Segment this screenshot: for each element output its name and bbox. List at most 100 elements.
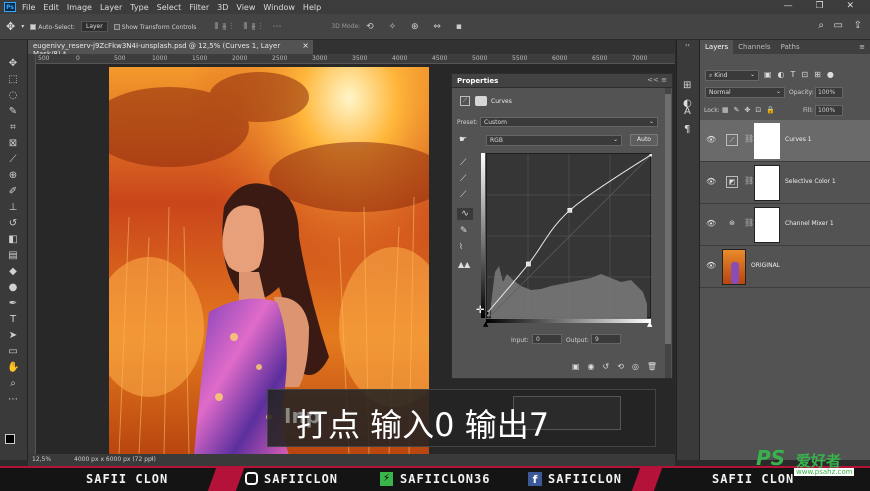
panel-footer-icons[interactable]: ▣◉↺⟲◎🗑	[572, 362, 665, 371]
visibility-eye-icon[interactable]: 👁	[706, 135, 716, 144]
history-brush-tool-icon[interactable]: ↺	[7, 218, 19, 230]
menu-edit[interactable]: Edit	[43, 3, 59, 12]
crop-tool-icon[interactable]: ⌗	[7, 122, 19, 134]
photo-thumbnail[interactable]	[722, 249, 746, 285]
lasso-tool-icon[interactable]: ◌	[7, 90, 19, 102]
curve-control-point[interactable]	[484, 310, 490, 316]
share-icon[interactable]: ⇪	[854, 20, 862, 31]
more-tools-icon[interactable]: ⋯	[7, 394, 19, 406]
properties-panel-icon[interactable]: ⊞	[683, 80, 691, 91]
input-field[interactable]: 0	[532, 334, 562, 344]
smooth-icon[interactable]: ⌇	[459, 242, 463, 251]
target-adjustment-icon[interactable]: ☛	[459, 135, 467, 145]
link-icon[interactable]: ⛓	[744, 218, 754, 227]
3d-mode-icons[interactable]: ⟲ ✧ ⊕ ⇔ ▪	[366, 22, 468, 32]
rectangle-tool-icon[interactable]: ▭	[7, 346, 19, 358]
auto-select-target-dropdown[interactable]: Layer	[80, 21, 108, 32]
close-icon[interactable]: ×	[302, 41, 309, 50]
layer-mask-icon[interactable]	[475, 96, 487, 106]
scroll-thumb[interactable]	[665, 94, 671, 344]
curve-control-point[interactable]	[567, 207, 573, 213]
photoshop-logo-icon[interactable]: Ps	[4, 2, 16, 12]
frame-tool-icon[interactable]: ⊠	[7, 138, 19, 150]
menu-3d[interactable]: 3D	[217, 3, 228, 12]
pencil-icon[interactable]: ✎	[460, 226, 468, 236]
zoom-tool-icon[interactable]: ⌕	[7, 378, 19, 390]
collapse-icon[interactable]: ‹‹	[685, 42, 690, 49]
show-transform-checkbox[interactable]: Show Transform Controls	[113, 23, 196, 31]
visibility-eye-icon[interactable]: 👁	[706, 177, 716, 186]
menu-help[interactable]: Help	[303, 3, 321, 12]
panel-menu-icon[interactable]: ≡	[854, 40, 870, 54]
zoom-level[interactable]: 12,5%	[32, 456, 51, 463]
menu-layer[interactable]: Layer	[100, 3, 122, 12]
kind-filter-dropdown[interactable]: ⌕ Kind ⌄	[705, 70, 759, 81]
eyedropper-gray-icon[interactable]: ⟋	[460, 174, 466, 184]
quick-select-tool-icon[interactable]: ✎	[7, 106, 19, 118]
filter-icons[interactable]: ▣◐T⊡⊞●	[764, 70, 840, 79]
black-point-slider-icon[interactable]: ▲	[483, 320, 488, 328]
tool-preset-dropdown-icon[interactable]: ▾	[21, 23, 24, 30]
move-tool-icon[interactable]: ✥	[6, 20, 15, 33]
layer-name[interactable]: Channel Mixer 1	[785, 220, 834, 227]
marquee-tool-icon[interactable]: ⬚	[7, 74, 19, 86]
menu-view[interactable]: View	[236, 3, 255, 12]
layer-row-curves[interactable]: 👁 ⟋ ⛓ Curves 1	[700, 120, 870, 162]
layer-name[interactable]: Selective Color 1	[785, 178, 836, 185]
hand-tool-icon[interactable]: ✋	[7, 362, 19, 374]
brush-tool-icon[interactable]: ✐	[7, 186, 19, 198]
menu-window[interactable]: Window	[263, 3, 295, 12]
curve-control-point[interactable]	[526, 261, 531, 267]
character-panel-icon[interactable]: A	[684, 106, 691, 117]
visibility-eye-icon[interactable]: 👁	[706, 219, 716, 228]
clone-stamp-tool-icon[interactable]: ⊥	[7, 202, 19, 214]
tab-paths[interactable]: Paths	[776, 40, 805, 54]
auto-select-checkbox[interactable]: Auto-Select:	[30, 23, 75, 31]
lock-icons[interactable]: ▦✎✥⊡🔒	[722, 106, 780, 114]
eyedropper-black-icon[interactable]: ⟋	[460, 158, 466, 168]
clipping-warning-icon[interactable]: ▲▲	[458, 260, 470, 269]
dodge-tool-icon[interactable]: ●	[7, 282, 19, 294]
white-point-slider-icon[interactable]: ▲	[647, 320, 652, 328]
menu-select[interactable]: Select	[157, 3, 182, 12]
channel-dropdown[interactable]: RGB ⌄	[486, 135, 622, 146]
panel-menu-icon[interactable]: << ≡	[647, 76, 667, 84]
preset-dropdown[interactable]: Custom ⌄	[480, 117, 658, 127]
curves-graph-svg[interactable]	[484, 151, 655, 320]
visibility-eye-icon[interactable]: 👁	[706, 261, 716, 270]
tab-layers[interactable]: Layers	[700, 40, 734, 54]
link-icon[interactable]: ⛓	[744, 176, 754, 185]
layer-row-selective-color[interactable]: 👁 ◩ ⛓ Selective Color 1	[700, 162, 870, 204]
search-icon[interactable]: ⌕	[818, 20, 824, 31]
path-selection-tool-icon[interactable]: ➤	[7, 330, 19, 342]
eyedropper-tool-icon[interactable]: ⟋	[7, 154, 19, 166]
workspace-icon[interactable]: ▭	[834, 20, 843, 31]
menu-image[interactable]: Image	[67, 3, 92, 12]
document-tab[interactable]: eugenivy_reserv-j9ZcFkw3N4I-unsplash.psd…	[28, 40, 313, 58]
layer-name[interactable]: Curves 1	[785, 136, 812, 143]
layer-row-channel-mixer[interactable]: 👁 ⊛ ⛓ Channel Mixer 1	[700, 204, 870, 246]
link-icon[interactable]: ⛓	[744, 134, 754, 143]
curves-graph[interactable]	[484, 151, 655, 320]
blur-tool-icon[interactable]: ◆	[7, 266, 19, 278]
paragraph-panel-icon[interactable]: ¶	[684, 124, 690, 135]
fill-field[interactable]: 100%	[815, 105, 843, 116]
blend-mode-dropdown[interactable]: Normal ⌄	[705, 87, 785, 98]
layer-mask-thumbnail[interactable]	[754, 123, 780, 159]
layer-name[interactable]: ORIGINAL	[751, 262, 780, 269]
pen-tool-icon[interactable]: ✒	[7, 298, 19, 310]
auto-button[interactable]: Auto	[630, 134, 658, 146]
gradient-tool-icon[interactable]: ▤	[7, 250, 19, 262]
output-field[interactable]: 9	[591, 334, 621, 344]
curve-control-point[interactable]	[649, 151, 655, 157]
layer-row-original[interactable]: 👁 ORIGINAL	[700, 246, 870, 288]
layer-mask-thumbnail[interactable]	[754, 165, 780, 201]
menu-filter[interactable]: Filter	[189, 3, 209, 12]
eyedropper-white-icon[interactable]: ⟋	[460, 190, 466, 200]
point-curve-icon[interactable]: ∿	[457, 208, 473, 220]
eraser-tool-icon[interactable]: ◧	[7, 234, 19, 246]
window-controls[interactable]: — ❐ ✕	[784, 1, 864, 11]
foreground-color-swatch[interactable]	[5, 434, 15, 444]
move-tool-icon[interactable]: ✥	[7, 58, 19, 70]
layer-mask-thumbnail[interactable]	[754, 207, 780, 243]
